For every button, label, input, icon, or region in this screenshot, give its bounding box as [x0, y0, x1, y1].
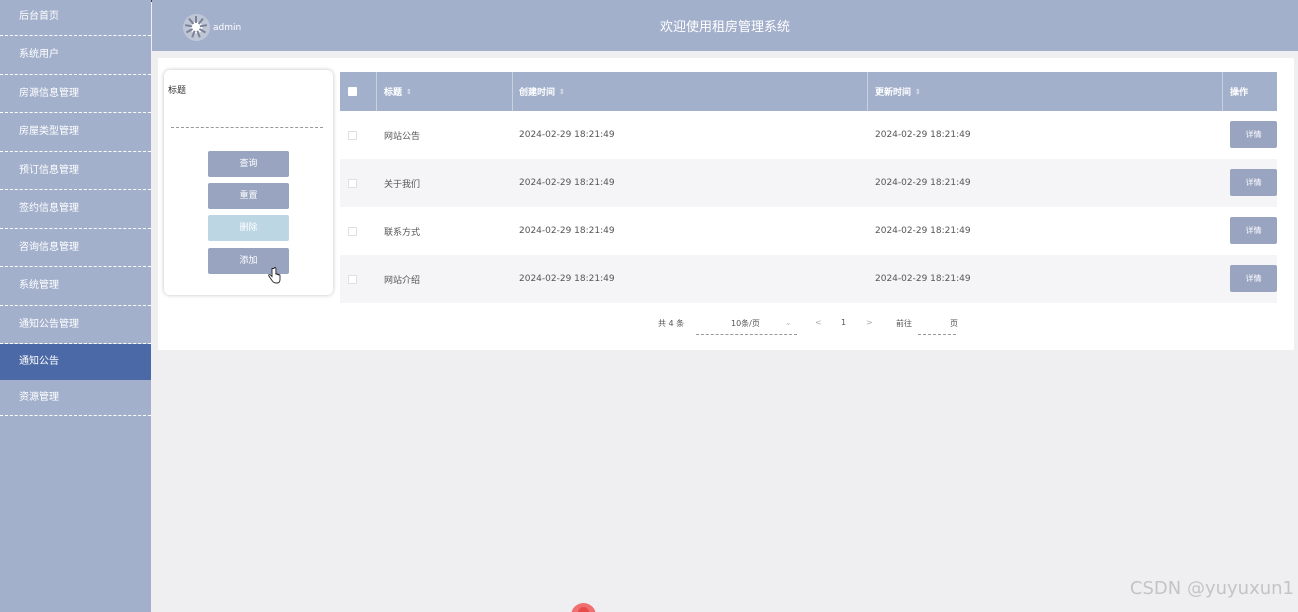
table-header: 标题 ⇕ 创建时间 ⇕ 更新时间 ⇕ 操作 [340, 72, 1277, 111]
cell-updated: 2024-02-29 18:21:49 [875, 274, 971, 284]
cell-title: 联系方式 [384, 227, 421, 238]
next-page-button[interactable]: > [866, 318, 873, 327]
page-size-underline [696, 334, 797, 335]
table-row: 网站公告 2024-02-29 18:21:49 2024-02-29 18:2… [340, 111, 1277, 159]
table-row: 联系方式 2024-02-29 18:21:49 2024-02-29 18:2… [340, 207, 1277, 255]
sort-icon[interactable]: ⇕ [915, 88, 921, 96]
sidebar-item-system-management[interactable]: 系统管理 [0, 267, 151, 306]
row-checkbox[interactable] [348, 227, 357, 236]
sidebar-item-bookings[interactable]: 预订信息管理 [0, 152, 151, 190]
select-all-checkbox[interactable] [348, 87, 357, 96]
delete-button[interactable]: 删除 [208, 215, 289, 241]
watermark: CSDN @yuyuxun1 [1129, 578, 1294, 599]
cell-title: 网站介绍 [384, 275, 421, 286]
page-title: 欢迎使用租房管理系统 [659, 20, 790, 35]
reset-button[interactable]: 重置 [208, 183, 289, 209]
sidebar-item-notice-management[interactable]: 通知公告管理 [0, 306, 151, 344]
cell-created: 2024-02-29 18:21:49 [519, 226, 615, 236]
pagination-total: 共 4 条 [658, 319, 685, 328]
table-row: 网站介绍 2024-02-29 18:21:49 2024-02-29 18:2… [340, 255, 1277, 303]
hand-cursor-icon [268, 267, 281, 284]
detail-button[interactable]: 详情 [1230, 217, 1277, 244]
cell-created: 2024-02-29 18:21:49 [519, 130, 615, 140]
cell-created: 2024-02-29 18:21:49 [519, 178, 615, 188]
header: admin 欢迎使用租房管理系统 [152, 0, 1298, 51]
sidebar-item-listings[interactable]: 房源信息管理 [0, 75, 151, 113]
title-search-input[interactable] [171, 111, 323, 128]
row-checkbox[interactable] [348, 275, 357, 284]
goto-label: 前往 [896, 319, 912, 328]
sort-icon[interactable]: ⇕ [559, 88, 565, 96]
floating-assistant-icon[interactable] [571, 603, 596, 612]
column-header-title[interactable]: 标题 ⇕ [384, 72, 412, 111]
sidebar-item-contracts[interactable]: 签约信息管理 [0, 190, 151, 229]
sidebar-item-inquiries[interactable]: 咨询信息管理 [0, 229, 151, 267]
page-size-select[interactable]: 10条/页 [731, 318, 760, 329]
sidebar: 后台首页 系统用户 房源信息管理 房屋类型管理 预订信息管理 签约信息管理 咨询… [0, 0, 151, 612]
row-checkbox[interactable] [348, 179, 357, 188]
title-field-label: 标题 [168, 86, 187, 96]
cell-updated: 2024-02-29 18:21:49 [875, 130, 971, 140]
cell-title: 关于我们 [384, 179, 421, 190]
sidebar-item-notices[interactable]: 通知公告 [0, 344, 151, 380]
search-card: 标题 查询 重置 删除 添加 [164, 70, 333, 295]
cell-updated: 2024-02-29 18:21:49 [875, 178, 971, 188]
column-header-actions: 操作 [1230, 88, 1249, 98]
page-number-current[interactable]: 1 [841, 318, 846, 327]
query-button[interactable]: 查询 [208, 151, 289, 177]
sidebar-item-resources[interactable]: 资源管理 [0, 380, 151, 416]
chevron-down-icon[interactable]: ⌄ [785, 318, 792, 327]
sidebar-item-system-users[interactable]: 系统用户 [0, 36, 151, 75]
column-header-created[interactable]: 创建时间 ⇕ [519, 72, 565, 111]
sidebar-item-house-types[interactable]: 房屋类型管理 [0, 113, 151, 152]
page-unit-label: 页 [950, 319, 958, 328]
sidebar-item-home[interactable]: 后台首页 [0, 0, 151, 36]
goto-page-input[interactable] [918, 334, 956, 335]
detail-button[interactable]: 详情 [1230, 121, 1277, 148]
cell-updated: 2024-02-29 18:21:49 [875, 226, 971, 236]
detail-button[interactable]: 详情 [1230, 265, 1277, 292]
prev-page-button[interactable]: < [815, 318, 822, 327]
cell-created: 2024-02-29 18:21:49 [519, 274, 615, 284]
column-header-updated[interactable]: 更新时间 ⇕ [875, 72, 921, 111]
table-row: 关于我们 2024-02-29 18:21:49 2024-02-29 18:2… [340, 159, 1277, 207]
detail-button[interactable]: 详情 [1230, 169, 1277, 196]
sort-icon[interactable]: ⇕ [406, 88, 412, 96]
row-checkbox[interactable] [348, 131, 357, 140]
cell-title: 网站公告 [384, 131, 421, 142]
